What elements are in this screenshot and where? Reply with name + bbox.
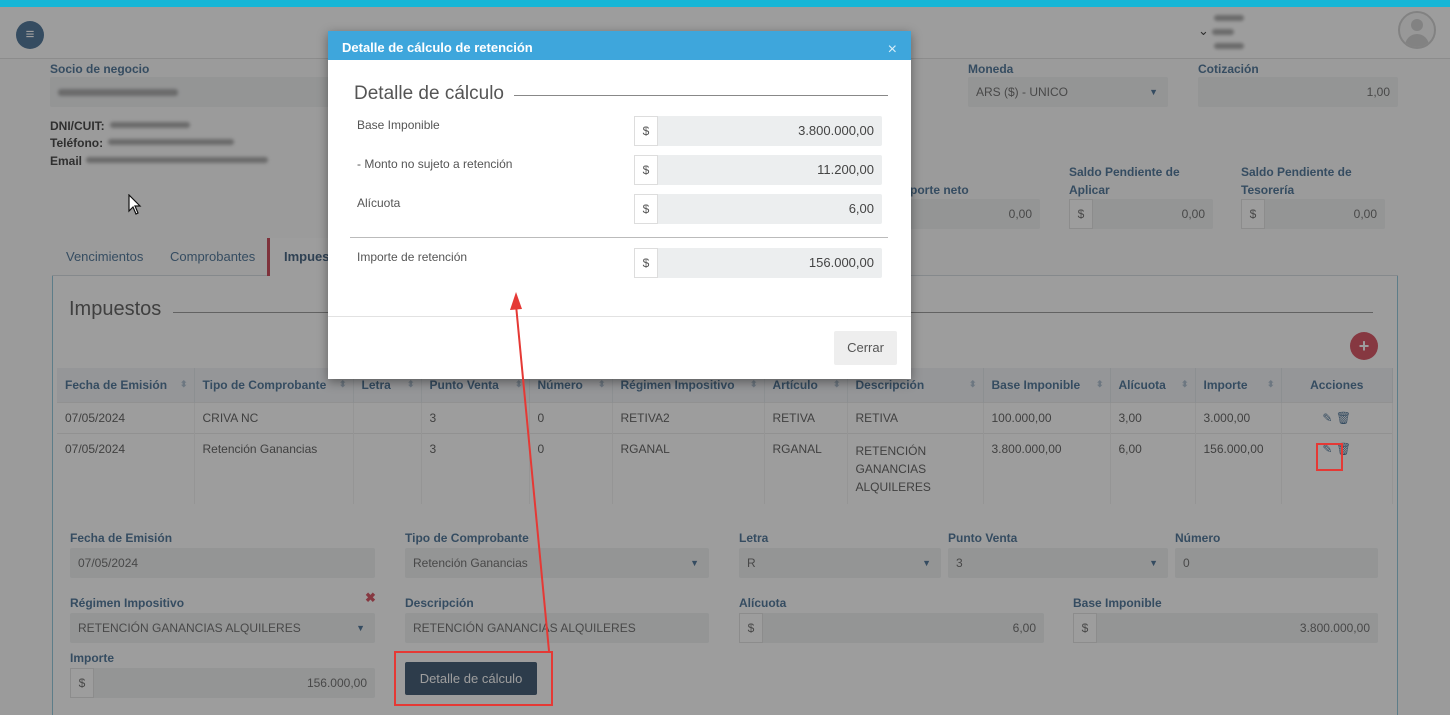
cerrar-button[interactable]: Cerrar bbox=[834, 331, 897, 365]
currency-addon: $ bbox=[634, 194, 658, 224]
importe-retencion-label: Importe de retención bbox=[357, 250, 468, 264]
base-imponible-label: Base Imponible bbox=[357, 118, 440, 132]
base-imponible-field: $ 3.800.000,00 bbox=[634, 116, 882, 146]
mouse-cursor-icon bbox=[128, 194, 142, 215]
modal-header: Detalle de cálculo de retención × bbox=[328, 31, 911, 60]
button-highlight-box bbox=[394, 651, 553, 706]
alicuota-field: $ 6,00 bbox=[634, 194, 882, 224]
alicuota-value: 6,00 bbox=[848, 201, 874, 216]
close-icon[interactable]: × bbox=[888, 33, 897, 67]
modal-header-title: Detalle de cálculo de retención bbox=[342, 40, 533, 55]
monto-no-sujeto-label: - Monto no sujeto a retención bbox=[357, 157, 513, 171]
alicuota-label: Alícuota bbox=[357, 196, 401, 210]
monto-no-sujeto-field: $ 11.200,00 bbox=[634, 155, 882, 185]
modal-divider bbox=[350, 237, 888, 238]
monto-no-sujeto-value: 11.200,00 bbox=[817, 162, 874, 177]
currency-addon: $ bbox=[634, 248, 658, 278]
detalle-modal: Detalle de cálculo de retención × Detall… bbox=[328, 31, 911, 379]
edit-highlight-box bbox=[1316, 443, 1343, 471]
importe-retencion-value: 156.000,00 bbox=[808, 255, 874, 270]
currency-addon: $ bbox=[634, 116, 658, 146]
importe-retencion-field: $ 156.000,00 bbox=[634, 248, 882, 278]
modal-title: Detalle de cálculo bbox=[354, 83, 504, 104]
modal-title-divider bbox=[514, 95, 888, 96]
base-imponible-value: 3.800.000,00 bbox=[798, 123, 874, 138]
top-accent-bar bbox=[0, 0, 1450, 7]
currency-addon: $ bbox=[634, 155, 658, 185]
modal-footer-divider bbox=[328, 316, 911, 317]
